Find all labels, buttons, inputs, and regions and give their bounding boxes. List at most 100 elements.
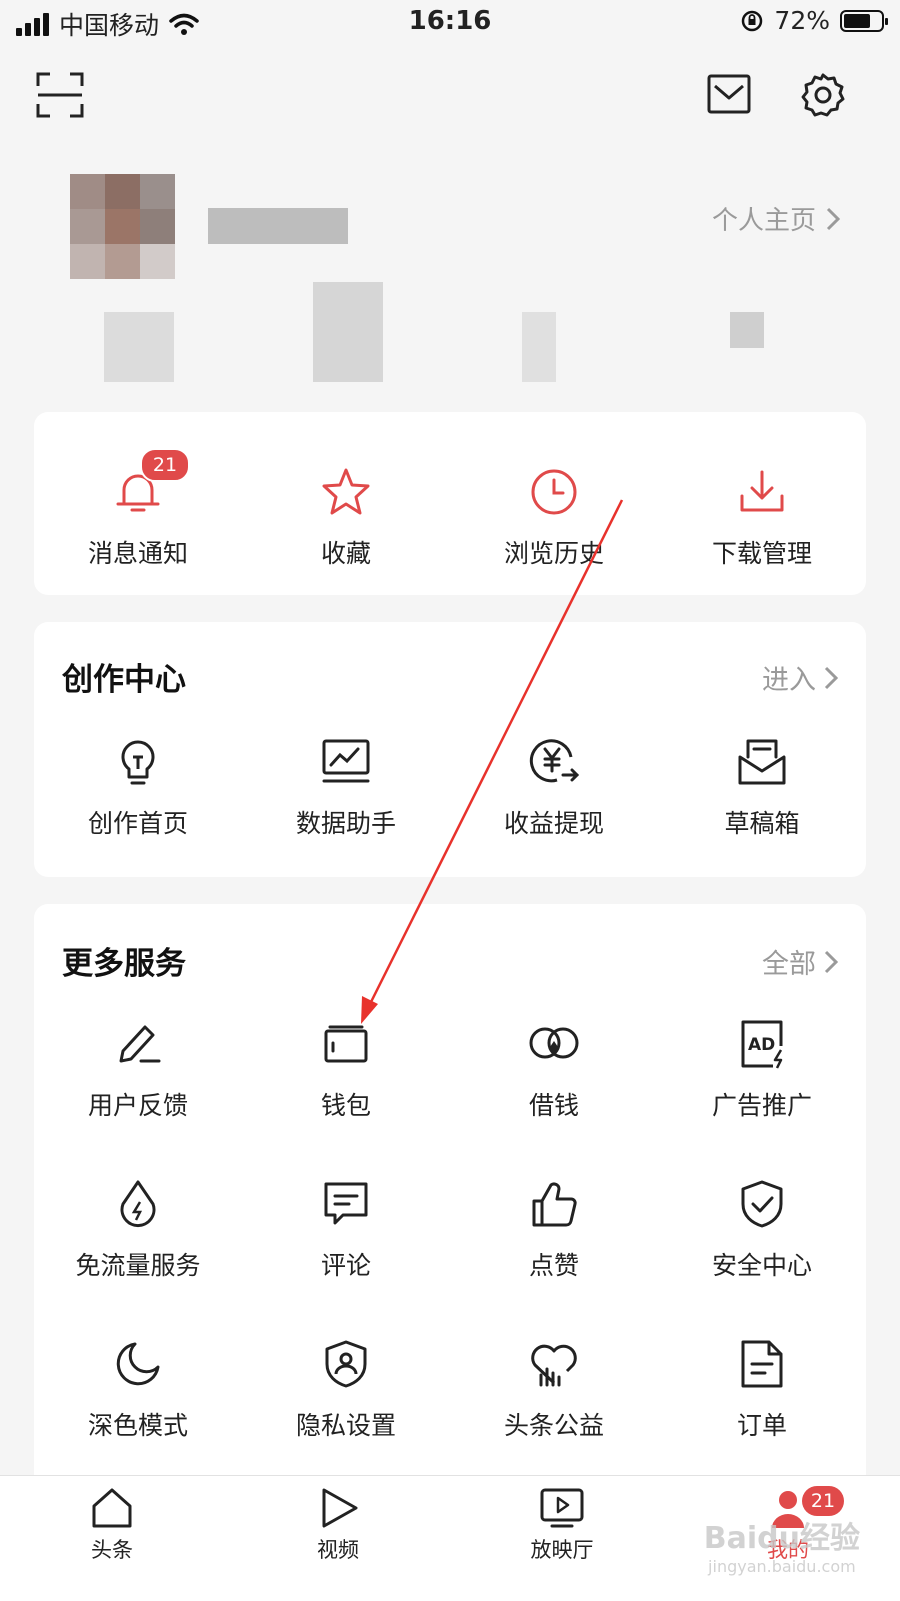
star-icon (318, 464, 374, 520)
service-label: 免流量服务 (75, 1251, 201, 1280)
status-right: 72% (740, 6, 888, 35)
all-label: 全部 (762, 949, 816, 980)
data-drop-icon (110, 1176, 166, 1232)
yen-withdraw-icon (526, 734, 582, 790)
creation-label: 收益提现 (503, 809, 604, 838)
pen-feedback-icon (110, 1016, 166, 1072)
service-label: 广告推广 (711, 1091, 812, 1120)
service-security-center[interactable]: 安全中心 (658, 1176, 866, 1282)
more-services-card: 更多服务 全部 用户反馈 钱包 借钱 AD 广告推广 免流量服务 评论 点赞 安… (34, 904, 866, 1504)
screen-play-icon (540, 1488, 584, 1528)
quick-action-label: 浏览历史 (503, 539, 604, 568)
download-icon (734, 464, 790, 520)
chevron-right-icon (824, 666, 838, 689)
quick-action-favorites[interactable]: 收藏 (242, 464, 450, 570)
creation-center-card: 创作中心 进入 创作首页 数据助手 收益提现 草稿箱 (34, 622, 866, 877)
bell-icon: 21 (110, 448, 190, 520)
bottom-tab-bar: 头条 视频 放映厅 21 我的 Baidu经验 jingyan.baidu.co… (0, 1475, 900, 1601)
service-label: 隐私设置 (295, 1411, 396, 1440)
ad-icon: AD (734, 1016, 790, 1072)
service-free-data[interactable]: 免流量服务 (34, 1176, 242, 1282)
watermark: Baidu经验 jingyan.baidu.com (704, 1513, 860, 1576)
moon-icon (110, 1336, 166, 1392)
creation-drafts[interactable]: 草稿箱 (658, 734, 866, 840)
service-label: 评论 (320, 1251, 371, 1280)
shield-check-icon (734, 1176, 790, 1232)
gear-icon[interactable] (800, 72, 846, 118)
chart-monitor-icon (318, 734, 374, 790)
service-orders[interactable]: 订单 (658, 1336, 866, 1442)
tab-label: 视频 (317, 1538, 359, 1562)
creation-center-title: 创作中心 (62, 662, 186, 698)
draft-box-icon (734, 734, 790, 790)
creation-center-enter-link[interactable]: 进入 (762, 658, 838, 697)
creation-label: 数据助手 (295, 809, 396, 838)
chevron-right-icon (824, 950, 838, 973)
scan-icon[interactable] (36, 72, 84, 118)
service-privacy[interactable]: 隐私设置 (242, 1336, 450, 1442)
profile-home-label: 个人主页 (711, 206, 816, 236)
profile-home-link[interactable]: 个人主页 (712, 200, 840, 237)
service-likes[interactable]: 点赞 (450, 1176, 658, 1282)
service-label: 钱包 (320, 1091, 371, 1120)
more-services-title: 更多服务 (62, 946, 186, 982)
stat-blurred-2 (313, 282, 383, 382)
service-feedback[interactable]: 用户反馈 (34, 1016, 242, 1122)
mail-icon[interactable] (707, 74, 751, 114)
service-comments[interactable]: 评论 (242, 1176, 450, 1282)
stat-blurred-1 (104, 312, 174, 382)
service-label: 点赞 (528, 1251, 579, 1280)
charity-heart-icon (526, 1336, 582, 1392)
tab-badge: 21 (802, 1486, 844, 1516)
home-icon (92, 1488, 132, 1528)
creation-home[interactable]: 创作首页 (34, 734, 242, 840)
tab-video[interactable]: 视频 (278, 1486, 398, 1564)
service-charity[interactable]: 头条公益 (450, 1336, 658, 1442)
quick-action-label: 下载管理 (711, 539, 812, 568)
battery-percent: 72% (774, 6, 830, 35)
tab-label: 放映厅 (530, 1538, 594, 1562)
lightbulb-icon (110, 734, 166, 790)
chevron-right-icon (826, 207, 840, 230)
service-ads[interactable]: AD 广告推广 (658, 1016, 866, 1122)
quick-action-downloads[interactable]: 下载管理 (658, 464, 866, 570)
avatar[interactable] (70, 174, 175, 279)
battery-icon (840, 9, 888, 32)
loan-icon (526, 1016, 582, 1072)
quick-action-label: 消息通知 (87, 539, 188, 568)
status-bar: 中国移动 16:16 72% (0, 0, 900, 46)
thumbs-up-icon (526, 1176, 582, 1232)
privacy-shield-icon (318, 1336, 374, 1392)
service-label: 头条公益 (503, 1411, 604, 1440)
service-label: 用户反馈 (87, 1091, 188, 1120)
rotation-lock-icon (742, 10, 763, 31)
more-services-all-link[interactable]: 全部 (762, 942, 838, 981)
creation-label: 创作首页 (87, 809, 188, 838)
tab-headlines[interactable]: 头条 (52, 1486, 172, 1564)
wallet-icon (318, 1016, 374, 1072)
creation-data-assistant[interactable]: 数据助手 (242, 734, 450, 840)
notification-badge: 21 (140, 448, 190, 482)
battery-fill (844, 13, 870, 28)
quick-action-label: 收藏 (320, 539, 371, 568)
service-wallet[interactable]: 钱包 (242, 1016, 450, 1122)
creation-label: 草稿箱 (724, 809, 800, 838)
tab-label: 头条 (91, 1538, 133, 1562)
quick-actions-card: 21 消息通知 收藏 浏览历史 下载管理 (34, 412, 866, 595)
watermark-sub: jingyan.baidu.com (708, 1557, 856, 1576)
service-dark-mode[interactable]: 深色模式 (34, 1336, 242, 1442)
stat-blurred-4 (730, 312, 764, 348)
order-doc-icon (734, 1336, 790, 1392)
tab-cinema[interactable]: 放映厅 (502, 1486, 622, 1564)
service-label: 订单 (736, 1411, 787, 1440)
quick-action-history[interactable]: 浏览历史 (450, 464, 658, 570)
username-blurred (208, 208, 348, 244)
service-label: 借钱 (528, 1091, 579, 1120)
svg-text:AD: AD (748, 1035, 775, 1055)
play-icon (322, 1488, 358, 1528)
creation-earnings-withdraw[interactable]: 收益提现 (450, 734, 658, 840)
service-loan[interactable]: 借钱 (450, 1016, 658, 1122)
stat-blurred-3 (522, 312, 556, 382)
quick-action-notifications[interactable]: 21 消息通知 (34, 448, 242, 570)
comment-icon (318, 1176, 374, 1232)
